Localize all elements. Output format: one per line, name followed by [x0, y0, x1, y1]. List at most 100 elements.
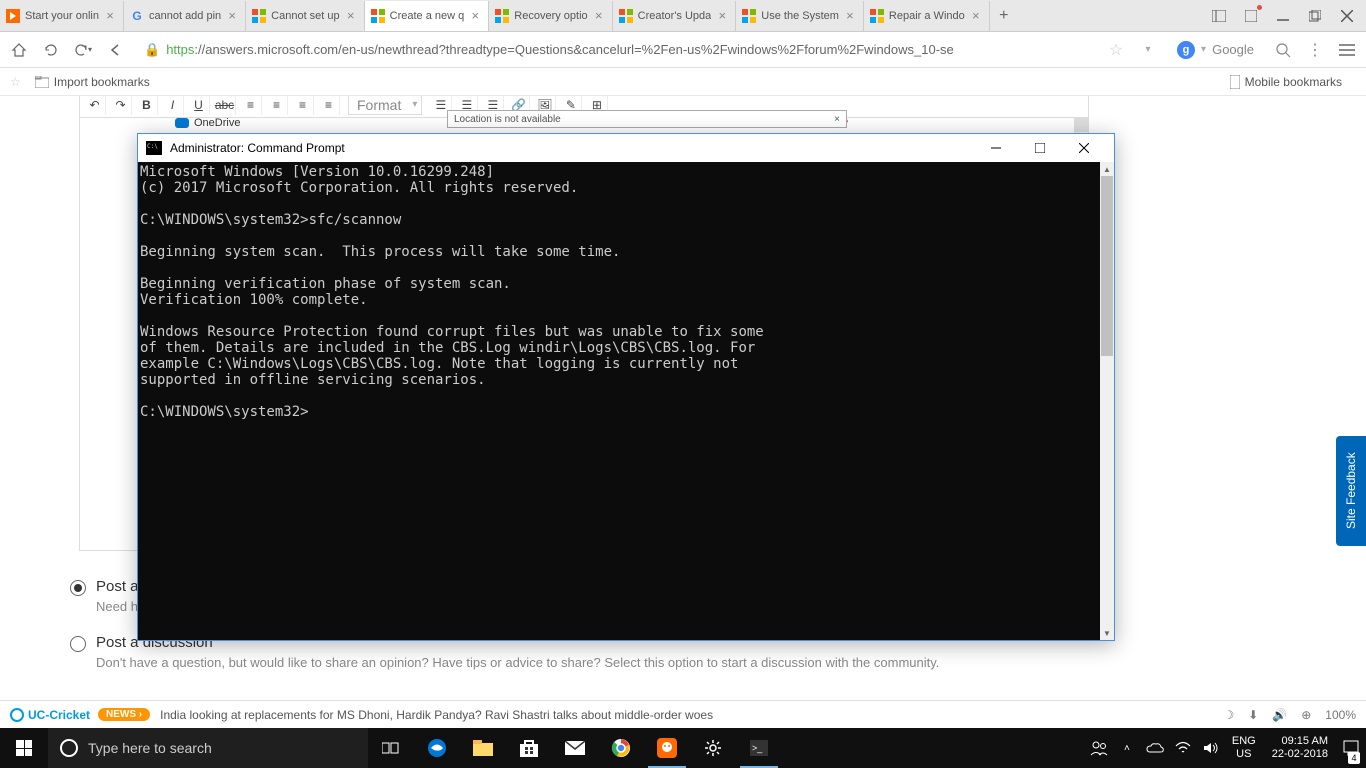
scroll-thumb[interactable] — [1101, 176, 1113, 356]
close-icon[interactable]: × — [969, 9, 983, 23]
home-icon[interactable] — [8, 39, 30, 61]
volume-icon[interactable]: 🔊 — [1272, 708, 1287, 722]
italic-button[interactable]: I — [162, 96, 184, 115]
close-icon[interactable]: × — [834, 114, 840, 125]
explorer-icon[interactable] — [460, 728, 506, 768]
close-icon[interactable] — [1338, 7, 1356, 25]
store-icon[interactable] — [506, 728, 552, 768]
align-center-button[interactable]: ≡ — [266, 96, 288, 115]
underline-button[interactable]: U — [188, 96, 210, 115]
menu-icon[interactable] — [1336, 39, 1358, 61]
radio-sublabel: Don't have a question, but would like to… — [96, 655, 939, 670]
cmd-scrollbar[interactable]: ▲ ▼ — [1100, 162, 1114, 640]
uc-browser-icon[interactable] — [644, 728, 690, 768]
extensions-icon[interactable] — [1242, 7, 1260, 25]
tab-title: cannot add pin — [149, 10, 221, 22]
chevron-down-icon[interactable]: ▾ — [1137, 39, 1159, 61]
back-icon[interactable] — [104, 39, 126, 61]
url-text: https://answers.microsoft.com/en-us/newt… — [166, 42, 954, 57]
tab-7[interactable]: Repair a Windo × — [864, 1, 990, 31]
redo-button[interactable]: ↷ — [110, 96, 132, 115]
bookmark-star-icon[interactable]: ☆ — [10, 75, 21, 89]
scroll-up-icon[interactable]: ▲ — [1100, 162, 1114, 176]
site-feedback-tab[interactable]: Site Feedback — [1336, 436, 1366, 546]
start-button[interactable] — [0, 728, 48, 768]
close-icon[interactable]: × — [103, 9, 117, 23]
volume-tray-icon[interactable] — [1200, 728, 1222, 768]
uc-cricket-badge[interactable]: UC-Cricket — [10, 708, 90, 722]
search-engine-box[interactable]: g ▾ Google — [1169, 41, 1262, 59]
ms-icon — [252, 9, 266, 23]
minimize-icon[interactable] — [1274, 7, 1292, 25]
command-prompt-window: Administrator: Command Prompt Microsoft … — [137, 133, 1115, 641]
edge-icon[interactable] — [414, 728, 460, 768]
close-icon[interactable]: × — [843, 9, 857, 23]
close-icon[interactable]: × — [592, 9, 606, 23]
wifi-icon[interactable] — [1172, 728, 1194, 768]
align-justify-button[interactable]: ≡ — [318, 96, 340, 115]
zoom-icon[interactable]: ⊕ — [1301, 708, 1311, 722]
radio-icon — [70, 580, 86, 596]
download-icon[interactable]: ⬇ — [1248, 708, 1258, 722]
strike-button[interactable]: abc — [214, 96, 236, 115]
bold-button[interactable]: B — [136, 96, 158, 115]
taskbar-search[interactable]: Type here to search — [48, 728, 368, 768]
close-icon[interactable]: × — [468, 9, 482, 23]
search-icon[interactable] — [1272, 39, 1294, 61]
tray-expand-icon[interactable]: ˄ — [1116, 728, 1138, 768]
maximize-icon[interactable] — [1306, 7, 1324, 25]
language-indicator[interactable]: ENG US — [1228, 735, 1260, 761]
tab-6[interactable]: Use the System × — [736, 1, 864, 31]
news-headline[interactable]: India looking at replacements for MS Dho… — [160, 708, 713, 722]
import-bookmarks-button[interactable]: Import bookmarks — [35, 75, 150, 89]
close-icon[interactable]: × — [225, 9, 239, 23]
maximize-button[interactable] — [1018, 134, 1062, 162]
star-icon[interactable]: ☆ — [1105, 39, 1127, 61]
cmd-taskbar-icon[interactable]: >_ — [736, 728, 782, 768]
close-icon[interactable]: × — [715, 9, 729, 23]
scroll-down-icon[interactable]: ▼ — [1100, 626, 1114, 640]
undo-button[interactable]: ↶ — [84, 96, 106, 115]
reload-icon[interactable] — [40, 39, 62, 61]
more-icon[interactable]: ⋮ — [1304, 39, 1326, 61]
task-view-icon[interactable] — [368, 728, 414, 768]
close-button[interactable] — [1062, 134, 1106, 162]
mobile-bookmarks-button[interactable]: Mobile bookmarks — [1230, 75, 1342, 89]
tab-1[interactable]: G cannot add pin × — [124, 1, 246, 31]
ms-icon — [371, 9, 385, 23]
site-icon — [6, 9, 20, 23]
cmd-output[interactable]: Microsoft Windows [Version 10.0.16299.24… — [138, 162, 1100, 640]
format-dropdown[interactable]: Format — [348, 96, 422, 115]
ms-icon — [742, 9, 756, 23]
url-input[interactable]: 🔒 https://answers.microsoft.com/en-us/ne… — [136, 36, 1095, 64]
tab-4[interactable]: Recovery optio × — [489, 1, 612, 31]
people-icon[interactable] — [1088, 728, 1110, 768]
svg-text:>_: >_ — [752, 743, 763, 753]
search-engine-label: Google — [1212, 42, 1254, 57]
minimize-button[interactable] — [974, 134, 1018, 162]
mail-icon[interactable] — [552, 728, 598, 768]
settings-icon[interactable] — [690, 728, 736, 768]
mobile-icon — [1230, 75, 1240, 89]
moon-icon[interactable]: ☽ — [1223, 708, 1234, 722]
tab-3[interactable]: Create a new q × — [365, 1, 490, 31]
ms-icon — [495, 9, 509, 23]
news-pill[interactable]: NEWS › — [98, 708, 150, 721]
tab-2[interactable]: Cannot set up × — [246, 1, 365, 31]
new-tab-button[interactable]: + — [990, 2, 1018, 30]
undo-icon[interactable]: ▾ — [72, 39, 94, 61]
cmd-titlebar[interactable]: Administrator: Command Prompt — [138, 134, 1114, 162]
align-right-button[interactable]: ≡ — [292, 96, 314, 115]
align-left-button[interactable]: ≡ — [240, 96, 262, 115]
lock-icon: 🔒 — [144, 42, 160, 58]
tab-0[interactable]: Start your onlin × — [0, 1, 124, 31]
chrome-icon[interactable] — [598, 728, 644, 768]
tab-5[interactable]: Creator's Upda × — [613, 1, 737, 31]
clock[interactable]: 09:15 AM 22-02-2018 — [1266, 735, 1334, 761]
notifications-icon[interactable] — [1340, 728, 1362, 768]
onedrive-tray-icon[interactable] — [1144, 728, 1166, 768]
windows-taskbar: Type here to search >_ ˄ ENG US 09:15 AM… — [0, 728, 1366, 768]
sidebar-icon[interactable] — [1210, 7, 1228, 25]
close-icon[interactable]: × — [344, 9, 358, 23]
tab-title: Create a new q — [390, 10, 465, 22]
